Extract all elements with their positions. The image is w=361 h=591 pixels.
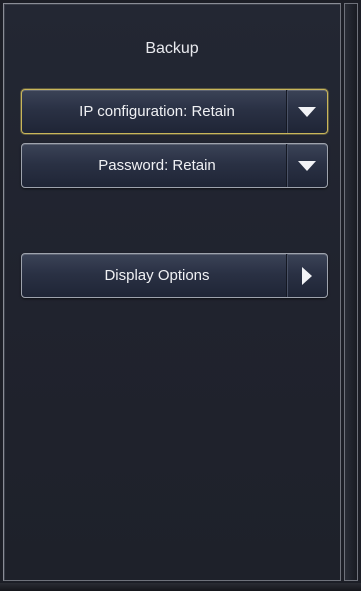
panel-title: Backup [145, 40, 199, 57]
dropdown-arrow-icon[interactable] [287, 90, 327, 133]
ip-configuration-dropdown[interactable]: IP configuration: Retain [21, 89, 328, 134]
password-label: Password: Retain [98, 157, 216, 174]
display-options-button[interactable]: Display Options [21, 253, 328, 298]
scrollbar[interactable] [344, 3, 358, 581]
password-dropdown[interactable]: Password: Retain [21, 143, 328, 188]
chevron-right-icon[interactable] [287, 254, 327, 297]
dropdown-arrow-icon[interactable] [287, 144, 327, 187]
bottom-edge [0, 583, 361, 591]
display-options-label: Display Options [104, 267, 210, 284]
ip-configuration-label: IP configuration: Retain [79, 103, 235, 120]
